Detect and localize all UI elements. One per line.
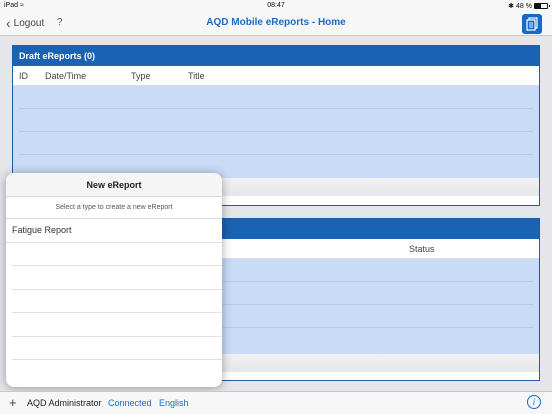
- status-bar: iPad ≈ 08:47 ✱ 48 %: [0, 0, 552, 12]
- table-row: [19, 132, 533, 155]
- documents-icon: [526, 17, 538, 31]
- list-item: [12, 266, 222, 290]
- documents-button[interactable]: [522, 14, 542, 34]
- popover-title: New eReport: [6, 173, 222, 197]
- list-item-fatigue-report[interactable]: Fatigue Report: [6, 219, 222, 243]
- list-item: [12, 290, 222, 313]
- column-id: ID: [19, 71, 28, 81]
- battery-fill: [535, 4, 541, 8]
- bluetooth-icon: ✱: [508, 3, 515, 10]
- column-date-time: Date/Time: [45, 71, 87, 81]
- navigation-bar: ‹ Logout ? AQD Mobile eReports - Home: [0, 12, 552, 36]
- status-right: ✱ 48 %: [508, 2, 550, 10]
- list-item: [12, 243, 222, 266]
- page-title: AQD Mobile eReports - Home: [206, 17, 346, 28]
- bottom-toolbar: + AQD Administrator Connected English i: [0, 391, 552, 414]
- column-type: Type: [131, 71, 151, 81]
- language-selector[interactable]: English: [159, 398, 189, 408]
- list-item: [12, 337, 222, 360]
- table-row: [19, 86, 533, 109]
- info-icon[interactable]: i: [527, 395, 541, 409]
- draft-panel-title: Draft eReports (0): [13, 46, 539, 66]
- connection-status: Connected: [108, 398, 152, 408]
- column-status: Status: [409, 244, 435, 254]
- popover-subtitle: Select a type to create a new eReport: [6, 197, 222, 219]
- table-row: [19, 109, 533, 132]
- user-name: AQD Administrator: [27, 398, 102, 408]
- battery-percent: 48 %: [516, 2, 532, 10]
- column-title: Title: [188, 71, 205, 81]
- new-ereport-popover: New eReport Select a type to create a ne…: [6, 173, 222, 387]
- list-item: [12, 313, 222, 337]
- clock: 08:47: [267, 2, 285, 9]
- draft-table-body: [13, 86, 539, 178]
- battery-icon: [534, 3, 550, 9]
- ereport-type-list: Fatigue Report: [6, 219, 222, 384]
- draft-column-headers: ID Date/Time Type Title: [13, 66, 539, 86]
- list-item: [12, 360, 222, 384]
- add-icon[interactable]: +: [9, 395, 17, 410]
